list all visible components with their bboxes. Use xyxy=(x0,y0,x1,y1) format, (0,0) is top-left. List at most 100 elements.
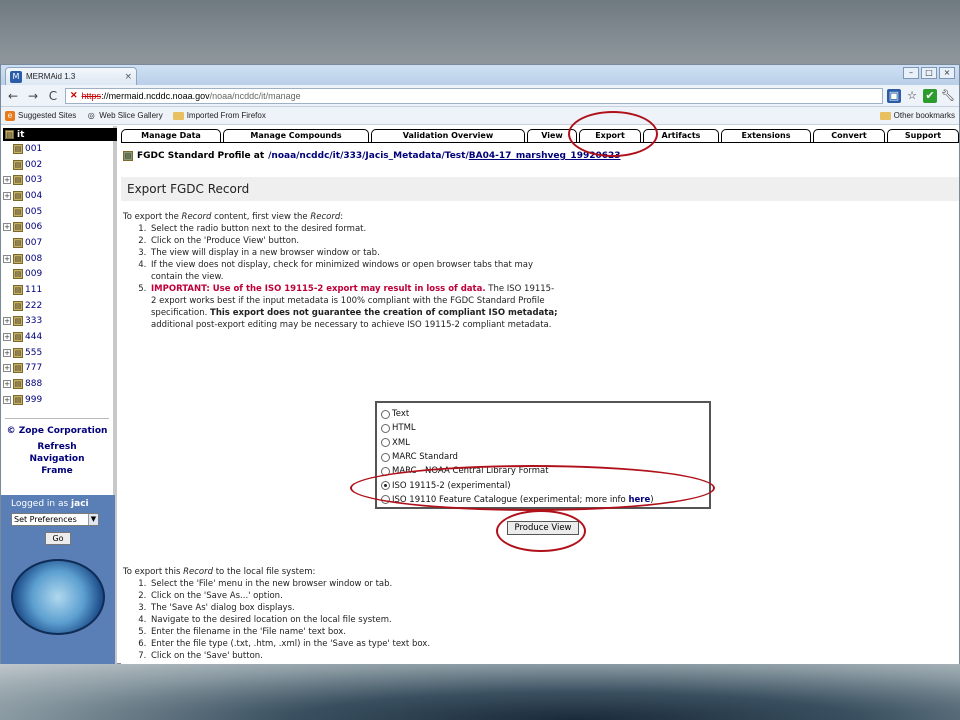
other-bookmarks[interactable]: Other bookmarks xyxy=(879,111,955,120)
radio-button[interactable] xyxy=(381,481,390,491)
tree-item-label: 001 xyxy=(25,143,43,154)
tab-manage-compounds[interactable]: Manage Compounds xyxy=(223,129,369,142)
logged-in-label: Logged in as xyxy=(11,499,69,509)
tree-item-004[interactable]: + ▤ 004 xyxy=(3,188,111,204)
radio-button[interactable] xyxy=(381,409,390,419)
wrench-icon[interactable]: 🔧︎ xyxy=(941,89,955,103)
tab-validation-overview[interactable]: Validation Overview xyxy=(371,129,525,142)
page-content: ▤ it ▤ 001 ▤ 002 + ▤ 003 + ▤ 004 ▤ 005 + ▤ 006 ▤ 007 + ▤ 00… xyxy=(1,126,959,664)
tree-item-009[interactable]: ▤ 009 xyxy=(3,267,111,283)
tab-support[interactable]: Support xyxy=(887,129,959,142)
radio-button[interactable] xyxy=(381,438,390,448)
expand-icon[interactable]: + xyxy=(3,223,11,232)
tree-item-111[interactable]: ▤ 111 xyxy=(3,282,111,298)
local-step: Click on the 'Save' button. xyxy=(149,650,559,662)
format-option[interactable]: MARC - NOAA Central Library Format xyxy=(381,464,705,478)
format-option[interactable]: MARC Standard xyxy=(381,450,705,464)
format-label: ISO 19115-2 (experimental) xyxy=(392,480,511,491)
tree-item-008[interactable]: + ▤ 008 xyxy=(3,251,111,267)
tab-close-icon[interactable]: × xyxy=(124,72,132,82)
tree-item-002[interactable]: ▤ 002 xyxy=(3,157,111,173)
tree-item-777[interactable]: + ▤ 777 xyxy=(3,361,111,377)
folder-icon: ▤ xyxy=(13,143,23,154)
tree-item-label: 002 xyxy=(25,159,43,170)
preferences-value: Set Preferences xyxy=(14,515,77,524)
format-option[interactable]: Text xyxy=(381,407,705,421)
check-icon[interactable]: ✔ xyxy=(923,88,937,103)
tab-view[interactable]: View xyxy=(527,129,577,142)
radio-button[interactable] xyxy=(381,495,390,505)
folder-icon: ▤ xyxy=(13,206,23,217)
format-option[interactable]: HTML xyxy=(381,421,705,435)
format-label: MARC Standard xyxy=(392,452,458,463)
tab-artifacts[interactable]: Artifacts xyxy=(643,129,719,142)
bookmark-web-slice-gallery[interactable]: ◎ Web Slice Gallery xyxy=(86,111,163,121)
expand-icon[interactable]: + xyxy=(3,317,11,326)
expand-icon[interactable]: + xyxy=(3,380,11,389)
profile-path: /noaa/ncddc/it/333/Jacis_Metadata/Test/ xyxy=(268,151,469,161)
expand-icon[interactable]: + xyxy=(3,191,11,200)
tree-item-444[interactable]: + ▤ 444 xyxy=(3,329,111,345)
address-bar[interactable]: ✕ https://mermaid.ncddc.noaa.gov/noaa/nc… xyxy=(65,87,883,104)
tree-item-003[interactable]: + ▤ 003 xyxy=(3,172,111,188)
expand-icon[interactable]: + xyxy=(3,348,11,357)
more-info-link[interactable]: here xyxy=(628,495,650,505)
window-controls: – □ × xyxy=(903,67,955,79)
tree-item-005[interactable]: ▤ 005 xyxy=(3,204,111,220)
tab-manage-data[interactable]: Manage Data xyxy=(121,129,221,142)
tree-item-001[interactable]: ▤ 001 xyxy=(3,141,111,157)
radio-button[interactable] xyxy=(381,452,390,462)
record-link[interactable]: BA04-17_marshveg_19920623 xyxy=(469,151,621,161)
browser-window: M MERMAid 1.3 × – □ × ← → C ✕ https://me… xyxy=(0,64,960,664)
star-icon[interactable]: ☆ xyxy=(905,89,919,103)
produce-view-button[interactable]: Produce View xyxy=(507,521,579,535)
tree-item-888[interactable]: + ▤ 888 xyxy=(3,376,111,392)
bookmark-suggested-sites[interactable]: e Suggested Sites xyxy=(5,110,76,121)
expand-icon[interactable]: + xyxy=(3,176,11,185)
expand-icon[interactable]: + xyxy=(3,254,11,263)
page-icon[interactable]: ▣ xyxy=(887,88,901,103)
folder-icon: ▤ xyxy=(13,394,23,405)
format-label: MARC - NOAA Central Library Format xyxy=(392,466,549,477)
view-intro: To export the Record content, first view… xyxy=(123,212,344,222)
maximize-button[interactable]: □ xyxy=(921,67,937,79)
tree-item-label: 555 xyxy=(25,347,43,358)
reload-icon[interactable]: C xyxy=(45,88,61,104)
tab-convert[interactable]: Convert xyxy=(813,129,885,142)
expand-icon[interactable]: + xyxy=(3,395,11,404)
tree-item-label: 005 xyxy=(25,206,43,217)
tab-extensions[interactable]: Extensions xyxy=(721,129,811,142)
view-step-important: IMPORTANT: Use of the ISO 19115-2 export… xyxy=(149,283,559,331)
format-option[interactable]: XML xyxy=(381,436,705,450)
go-button[interactable]: Go xyxy=(45,532,71,545)
refresh-navigation-link[interactable]: Refresh Navigation Frame xyxy=(22,441,92,477)
tree-item-999[interactable]: + ▤ 999 xyxy=(3,392,111,408)
tree-item-333[interactable]: + ▤ 333 xyxy=(3,314,111,330)
tree-item-555[interactable]: + ▤ 555 xyxy=(3,345,111,361)
format-option[interactable]: ISO 19115-2 (experimental) xyxy=(381,478,705,492)
document-icon: ▤ xyxy=(123,151,133,161)
minimize-button[interactable]: – xyxy=(903,67,919,79)
close-window-button[interactable]: × xyxy=(939,67,955,79)
folder-icon: ▤ xyxy=(13,159,23,170)
preferences-select[interactable]: Set Preferences ▼ xyxy=(11,513,99,526)
expand-icon[interactable]: + xyxy=(3,333,11,342)
browser-tab[interactable]: M MERMAid 1.3 × xyxy=(5,67,137,85)
tree-root[interactable]: ▤ it xyxy=(3,128,117,141)
radio-button[interactable] xyxy=(381,466,390,476)
tree-item-222[interactable]: ▤ 222 xyxy=(3,298,111,314)
folder-icon: ▤ xyxy=(13,316,23,327)
radio-button[interactable] xyxy=(381,423,390,433)
tree-item-007[interactable]: ▤ 007 xyxy=(3,235,111,251)
back-arrow-icon[interactable]: ← xyxy=(5,88,21,104)
tree-item-006[interactable]: + ▤ 006 xyxy=(3,219,111,235)
zope-copyright[interactable]: © Zope Corporation xyxy=(1,425,113,437)
bookmark-label: Other bookmarks xyxy=(893,111,955,120)
expand-icon[interactable]: + xyxy=(3,364,11,373)
format-option-iso-19110[interactable]: ISO 19110 Feature Catalogue (experimenta… xyxy=(381,493,705,507)
tab-export[interactable]: Export xyxy=(579,129,641,142)
background-scene xyxy=(0,664,960,720)
folder-icon: ▤ xyxy=(13,190,23,201)
forward-arrow-icon[interactable]: → xyxy=(25,88,41,104)
bookmark-imported-from-firefox[interactable]: Imported From Firefox xyxy=(172,111,266,120)
